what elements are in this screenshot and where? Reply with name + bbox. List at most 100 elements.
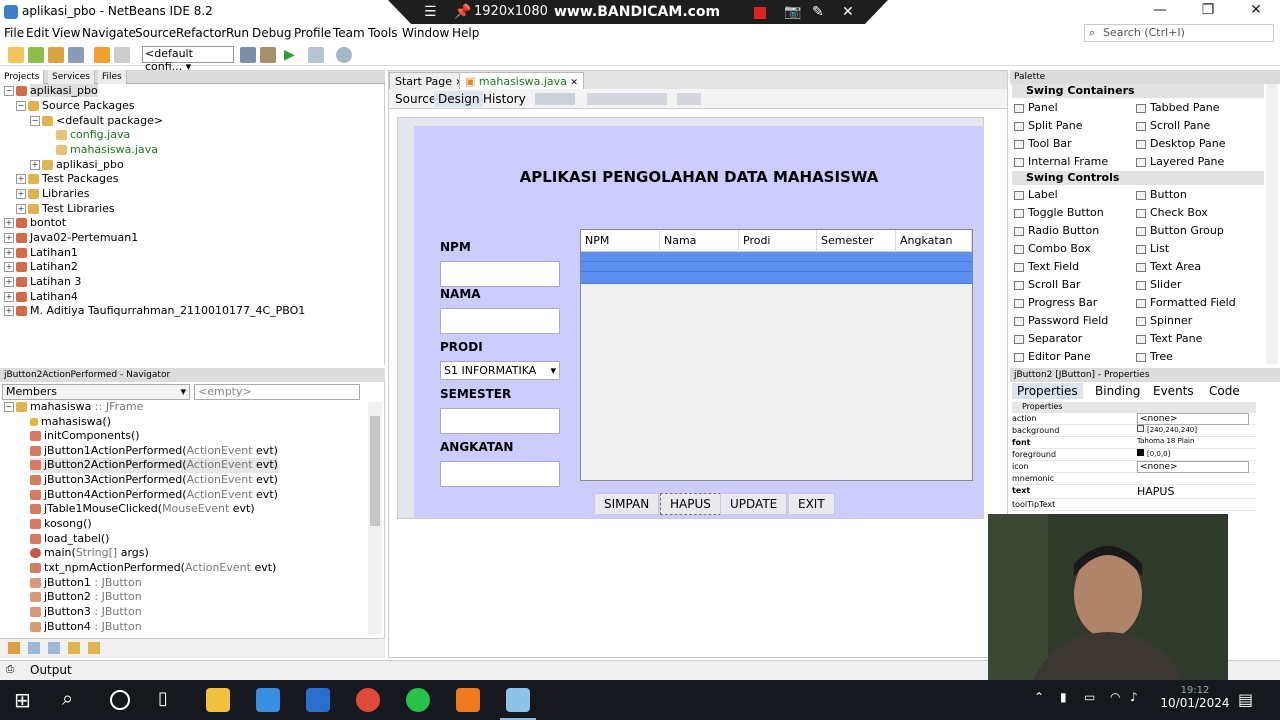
palette-item[interactable]: Password Field bbox=[1014, 314, 1108, 327]
tree-item[interactable]: jButton3ActionPerformed(ActionEvent evt) bbox=[30, 473, 278, 488]
angkatan-field[interactable] bbox=[440, 461, 560, 487]
menu-run[interactable]: Run bbox=[226, 26, 249, 40]
mail-icon[interactable] bbox=[306, 688, 330, 712]
category-swing-controls[interactable]: Swing Controls bbox=[1012, 171, 1264, 185]
tree-item[interactable]: − mahasiswa :: JFrame bbox=[4, 400, 143, 415]
tree-item[interactable]: jButton2 : JButton bbox=[30, 590, 142, 605]
palette-item[interactable]: Split Pane bbox=[1014, 119, 1083, 132]
data-table[interactable]: NPM Nama Prodi Semester Angkatan bbox=[580, 229, 973, 481]
close-icon[interactable]: ✕ bbox=[570, 78, 578, 88]
new-project-icon[interactable] bbox=[28, 47, 44, 63]
close-button[interactable]: ✕ bbox=[1246, 2, 1266, 18]
hapus-button[interactable]: HAPUS bbox=[660, 493, 721, 515]
tree-item[interactable]: + Java02-Pertemuan1 bbox=[4, 231, 138, 246]
tree-item[interactable]: − <default package> bbox=[30, 114, 163, 129]
clean-build-icon[interactable] bbox=[260, 47, 276, 63]
property-row[interactable]: background [240,240,240] bbox=[1012, 425, 1256, 437]
property-row[interactable]: action <none> bbox=[1012, 413, 1256, 425]
taskbar-clock[interactable]: 19:12 10/01/2024 bbox=[1150, 685, 1240, 710]
palette-item[interactable]: Formatted Field bbox=[1136, 296, 1236, 309]
npm-field[interactable] bbox=[440, 261, 560, 287]
menu-debug[interactable]: Debug bbox=[252, 26, 291, 40]
whatsapp-icon[interactable] bbox=[406, 688, 430, 712]
palette-item[interactable]: List bbox=[1136, 242, 1169, 255]
tree-item[interactable]: load_tabel() bbox=[30, 532, 109, 547]
tree-item[interactable]: + aplikasi_pbo bbox=[30, 158, 124, 173]
menu-help[interactable]: Help bbox=[452, 26, 479, 40]
tab-binding[interactable]: Binding bbox=[1090, 383, 1145, 399]
simpan-button[interactable]: SIMPAN bbox=[594, 493, 660, 515]
tab-source[interactable]: Source bbox=[391, 91, 440, 107]
tree-item[interactable]: − Source Packages bbox=[16, 99, 135, 114]
task-view-icon[interactable]: ▯ bbox=[158, 688, 168, 709]
table-row[interactable] bbox=[581, 272, 972, 284]
menu-source[interactable]: Source bbox=[135, 26, 176, 40]
tree-item-selected[interactable]: jButton2ActionPerformed(ActionEvent evt) bbox=[30, 458, 278, 473]
properties-section[interactable]: Properties bbox=[1012, 402, 1256, 413]
tree-item[interactable]: + Libraries bbox=[16, 187, 90, 202]
tab-history[interactable]: History bbox=[479, 91, 530, 107]
palette-item[interactable]: Button bbox=[1136, 188, 1187, 201]
palette-item[interactable]: Check Box bbox=[1136, 206, 1208, 219]
filter-icon[interactable] bbox=[88, 642, 100, 654]
resize-tools-icon[interactable] bbox=[677, 93, 701, 105]
tree-item[interactable]: + Latihan1 bbox=[4, 246, 78, 261]
palette-item[interactable]: Slider bbox=[1136, 278, 1181, 291]
exit-button[interactable]: EXIT bbox=[788, 493, 835, 515]
tab-properties[interactable]: Properties bbox=[1012, 383, 1083, 399]
tree-item[interactable]: jButton1ActionPerformed(ActionEvent evt) bbox=[30, 444, 278, 459]
column-header[interactable]: NPM bbox=[581, 230, 660, 252]
palette-scrollbar[interactable] bbox=[1266, 84, 1278, 364]
file-explorer-icon[interactable] bbox=[206, 688, 230, 712]
tree-item[interactable]: initComponents() bbox=[30, 429, 140, 444]
property-row[interactable]: toolTipText bbox=[1012, 499, 1256, 511]
menu-refactor[interactable]: Refactor bbox=[176, 26, 226, 40]
property-row[interactable]: font Tahoma 18 Plain bbox=[1012, 437, 1256, 449]
tree-item[interactable]: + Latihan 3 bbox=[4, 275, 81, 290]
nama-field[interactable] bbox=[440, 308, 560, 334]
menu-profile[interactable]: Profile bbox=[294, 26, 331, 40]
usb-icon[interactable]: ▮ bbox=[1060, 690, 1067, 704]
align-tools-icon[interactable] bbox=[587, 93, 667, 105]
filter-icon[interactable] bbox=[68, 642, 80, 654]
xampp-icon[interactable] bbox=[456, 688, 480, 712]
menu-file[interactable]: File bbox=[4, 26, 24, 40]
tree-item[interactable]: jButton4ActionPerformed(ActionEvent evt) bbox=[30, 488, 278, 503]
palette-item[interactable]: Tool Bar bbox=[1014, 137, 1072, 150]
wifi-icon[interactable]: ◠ bbox=[1110, 690, 1120, 704]
property-row[interactable]: icon <none> bbox=[1012, 461, 1256, 473]
palette-item[interactable]: Editor Pane bbox=[1014, 350, 1091, 363]
filter-select[interactable]: <empty> bbox=[194, 384, 360, 400]
cortana-icon[interactable] bbox=[110, 690, 130, 710]
tray-chevron-icon[interactable]: ⌃ bbox=[1034, 690, 1044, 704]
build-icon[interactable] bbox=[240, 47, 256, 63]
palette-item[interactable]: Separator bbox=[1014, 332, 1082, 345]
run-icon[interactable]: ▶ bbox=[284, 47, 295, 63]
palette-item[interactable]: Progress Bar bbox=[1014, 296, 1097, 309]
palette-item[interactable]: Text Area bbox=[1136, 260, 1201, 273]
palette-item[interactable]: Button Group bbox=[1136, 224, 1224, 237]
filter-icon[interactable] bbox=[28, 642, 40, 654]
tree-item[interactable]: main(String[] args) bbox=[30, 546, 149, 561]
tab-code[interactable]: Code bbox=[1204, 383, 1245, 399]
palette-item[interactable]: Combo Box bbox=[1014, 242, 1091, 255]
menu-window[interactable]: Window bbox=[402, 26, 449, 40]
redo-icon[interactable] bbox=[114, 47, 130, 63]
tree-item[interactable]: + Latihan4 bbox=[4, 290, 78, 305]
maximize-button[interactable]: ❐ bbox=[1198, 2, 1218, 18]
tree-item[interactable]: + bontot bbox=[4, 216, 66, 231]
tree-item[interactable]: kosong() bbox=[30, 517, 92, 532]
palette-item[interactable]: Label bbox=[1014, 188, 1058, 201]
menu-tools[interactable]: Tools bbox=[368, 26, 398, 40]
tree-item[interactable]: txt_npmActionPerformed(ActionEvent evt) bbox=[30, 561, 276, 576]
tree-item[interactable]: jButton1 : JButton bbox=[30, 576, 142, 591]
volume-icon[interactable]: ♪ bbox=[1130, 690, 1138, 704]
tab-files[interactable]: Files bbox=[98, 70, 127, 84]
update-button[interactable]: UPDATE bbox=[720, 493, 788, 515]
palette-item[interactable]: Layered Pane bbox=[1136, 155, 1224, 168]
save-all-icon[interactable] bbox=[68, 47, 84, 63]
column-header[interactable]: Nama bbox=[660, 230, 739, 252]
battery-icon[interactable]: ▭ bbox=[1084, 690, 1095, 704]
members-select[interactable]: Members ▾ bbox=[2, 384, 190, 400]
profile-icon[interactable] bbox=[336, 47, 352, 63]
